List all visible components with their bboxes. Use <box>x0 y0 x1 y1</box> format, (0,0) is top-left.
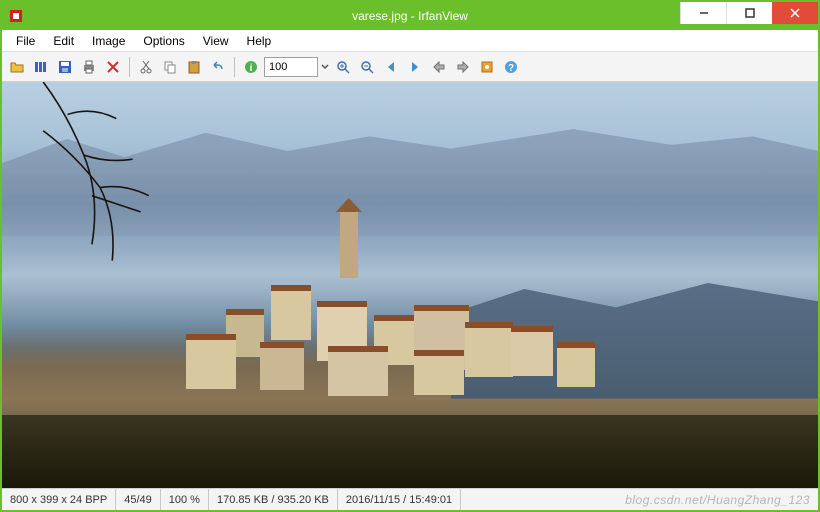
prev-page-icon <box>431 59 447 75</box>
app-icon <box>8 8 24 24</box>
separator <box>129 57 130 77</box>
zoom-out-button[interactable] <box>356 56 378 78</box>
info-button[interactable]: i <box>240 56 262 78</box>
status-datetime: 2016/11/15 / 15:49:01 <box>338 489 461 510</box>
prev-page-button[interactable] <box>428 56 450 78</box>
minimize-button[interactable] <box>680 2 726 24</box>
menubar: File Edit Image Options View Help <box>2 30 818 52</box>
chevron-down-icon[interactable] <box>320 59 330 75</box>
status-index: 45/49 <box>116 489 161 510</box>
undo-button[interactable] <box>207 56 229 78</box>
slideshow-icon <box>33 59 49 75</box>
cut-button[interactable] <box>135 56 157 78</box>
menu-file[interactable]: File <box>8 32 43 50</box>
menu-options[interactable]: Options <box>135 32 192 50</box>
status-dimensions: 800 x 399 x 24 BPP <box>2 489 116 510</box>
print-button[interactable] <box>78 56 100 78</box>
about-icon: ? <box>503 59 519 75</box>
titlebar[interactable]: varese.jpg - IrfanView <box>2 2 818 30</box>
zoom-in-icon <box>335 59 351 75</box>
slideshow-button[interactable] <box>30 56 52 78</box>
paste-icon <box>186 59 202 75</box>
next-page-button[interactable] <box>452 56 474 78</box>
delete-icon <box>105 59 121 75</box>
open-button[interactable] <box>6 56 28 78</box>
maximize-button[interactable] <box>726 2 772 24</box>
toolbar: i ? <box>2 52 818 82</box>
save-icon <box>57 59 73 75</box>
prev-button[interactable] <box>380 56 402 78</box>
svg-text:?: ? <box>508 63 514 74</box>
maximize-icon <box>745 8 755 18</box>
print-icon <box>81 59 97 75</box>
settings-icon <box>479 59 495 75</box>
copy-button[interactable] <box>159 56 181 78</box>
zoom-select[interactable] <box>264 57 318 77</box>
separator <box>234 57 235 77</box>
cut-icon <box>138 59 154 75</box>
prev-icon <box>383 59 399 75</box>
undo-icon <box>210 59 226 75</box>
about-button[interactable]: ? <box>500 56 522 78</box>
image-canvas[interactable] <box>2 82 818 488</box>
next-icon <box>407 59 423 75</box>
delete-button[interactable] <box>102 56 124 78</box>
statusbar: 800 x 399 x 24 BPP 45/49 100 % 170.85 KB… <box>2 488 818 510</box>
paste-button[interactable] <box>183 56 205 78</box>
save-button[interactable] <box>54 56 76 78</box>
svg-text:i: i <box>250 63 253 74</box>
open-icon <box>9 59 25 75</box>
close-button[interactable] <box>772 2 818 24</box>
zoom-in-button[interactable] <box>332 56 354 78</box>
watermark: blog.csdn.net/HuangZhang_123 <box>625 493 810 507</box>
displayed-image <box>2 82 818 488</box>
copy-icon <box>162 59 178 75</box>
info-icon: i <box>243 59 259 75</box>
minimize-icon <box>699 8 709 18</box>
status-zoom: 100 % <box>161 489 209 510</box>
menu-view[interactable]: View <box>195 32 237 50</box>
settings-button[interactable] <box>476 56 498 78</box>
close-icon <box>790 8 800 18</box>
app-window: varese.jpg - IrfanView File Edit Image O… <box>0 0 820 512</box>
status-size: 170.85 KB / 935.20 KB <box>209 489 338 510</box>
next-page-icon <box>455 59 471 75</box>
zoom-out-icon <box>359 59 375 75</box>
next-button[interactable] <box>404 56 426 78</box>
menu-help[interactable]: Help <box>239 32 280 50</box>
window-controls <box>680 2 818 30</box>
menu-image[interactable]: Image <box>84 32 133 50</box>
menu-edit[interactable]: Edit <box>45 32 82 50</box>
